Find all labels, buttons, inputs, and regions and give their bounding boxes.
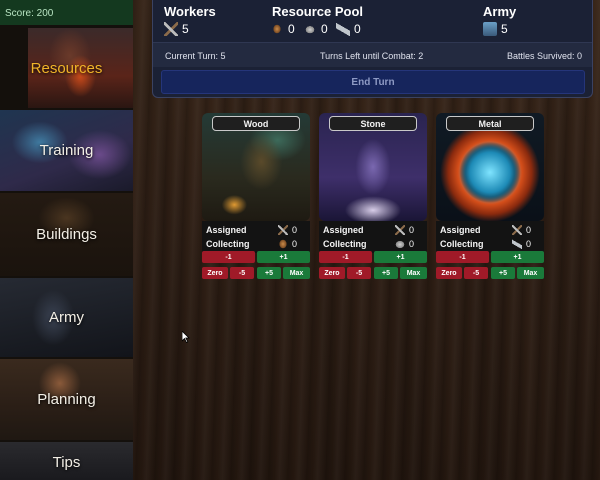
nav-training-label: Training (39, 142, 94, 159)
army-heading: Army (483, 4, 517, 19)
metal-plus-1-button[interactable]: +1 (491, 251, 544, 263)
card-title: Wood (212, 116, 300, 131)
assigned-label: Assigned (440, 225, 481, 235)
nav-resources-label: Resources (30, 59, 103, 77)
collecting-row: Collecting 0 (206, 238, 306, 250)
collecting-row: Collecting 0 (323, 238, 423, 250)
wood-icon (270, 22, 284, 36)
assigned-row: Assigned 0 (323, 224, 423, 236)
pool-stone-count: 0 (321, 22, 328, 36)
wood-minus-5-button[interactable]: -5 (230, 267, 254, 279)
collecting-label: Collecting (440, 239, 484, 249)
metal-max-button[interactable]: Max (517, 267, 544, 279)
stone-minus-5-button[interactable]: -5 (347, 267, 371, 279)
pool-metal-count: 0 (354, 22, 361, 36)
nav-army[interactable]: Army (0, 278, 133, 357)
wood-max-button[interactable]: Max (283, 267, 310, 279)
assigned-row: Assigned 0 (206, 224, 306, 236)
wood-zero-button[interactable]: Zero (202, 267, 228, 279)
collecting-row: Collecting 0 (440, 238, 540, 250)
sidebar: Score: 200 Resources Training Buildings … (0, 0, 133, 480)
nav-planning[interactable]: Planning (0, 359, 133, 440)
pool-wood-count: 0 (288, 22, 295, 36)
end-turn-button[interactable]: End Turn (161, 70, 585, 94)
tools-icon (512, 225, 522, 235)
card-info: Assigned 0 Collecting 0 (436, 221, 544, 253)
metal-icon (512, 239, 522, 249)
nav-tips-label: Tips (52, 454, 81, 471)
resource-card-stone: Stone Assigned 0 Collecting 0 -1 +1 Zero… (319, 113, 427, 281)
stone-icon (395, 239, 405, 249)
stone-icon (303, 22, 317, 36)
workers-count: 5 (182, 22, 189, 36)
collecting-label: Collecting (323, 239, 367, 249)
metal-minus-5-button[interactable]: -5 (464, 267, 488, 279)
collecting-value: 0 (526, 239, 532, 249)
card-title: Stone (329, 116, 417, 131)
metal-zero-button[interactable]: Zero (436, 267, 462, 279)
stone-plus-5-button[interactable]: +5 (374, 267, 398, 279)
assigned-label: Assigned (323, 225, 364, 235)
mouse-cursor-icon (182, 331, 190, 343)
tools-icon (395, 225, 405, 235)
nav-planning-label: Planning (37, 391, 96, 408)
stone-zero-button[interactable]: Zero (319, 267, 345, 279)
assigned-value: 0 (292, 225, 298, 235)
assigned-value: 0 (409, 225, 415, 235)
assigned-row: Assigned 0 (440, 224, 540, 236)
nav-tips[interactable]: Tips (0, 442, 133, 480)
metal-minus-1-button[interactable]: -1 (436, 251, 489, 263)
status-panel: Workers Resource Pool Army 5 0 0 0 5 Cur… (152, 0, 593, 98)
wood-icon (278, 239, 288, 249)
assigned-value: 0 (526, 225, 532, 235)
stone-plus-1-button[interactable]: +1 (374, 251, 427, 263)
metal-card-image: Metal (436, 113, 544, 221)
nav-training[interactable]: Training (0, 110, 133, 191)
workers-stat: 5 (164, 22, 189, 36)
nav-buildings-label: Buildings (36, 226, 97, 243)
metal-plus-5-button[interactable]: +5 (491, 267, 515, 279)
wood-minus-1-button[interactable]: -1 (202, 251, 255, 263)
resource-card-metal: Metal Assigned 0 Collecting 0 -1 +1 Zero… (436, 113, 544, 281)
battles-survived: Battles Survived: 0 (506, 51, 582, 61)
turns-left: Turns Left until Combat: 2 (320, 51, 424, 61)
nav-army-label: Army (49, 309, 84, 326)
metal-icon (336, 22, 350, 36)
workers-heading: Workers (164, 4, 216, 19)
stone-max-button[interactable]: Max (400, 267, 427, 279)
resource-card-wood: Wood Assigned 0 Collecting 0 -1 +1 Zero … (202, 113, 310, 281)
card-title: Metal (446, 116, 534, 131)
army-count: 5 (501, 22, 508, 36)
tools-icon (164, 22, 178, 36)
resource-pool-heading: Resource Pool (272, 4, 364, 19)
pool-stone-stat: 0 (303, 22, 328, 36)
card-info: Assigned 0 Collecting 0 (319, 221, 427, 253)
army-icon (483, 22, 497, 36)
score-display: Score: 200 (0, 0, 133, 25)
wood-plus-5-button[interactable]: +5 (257, 267, 281, 279)
army-stat: 5 (483, 22, 508, 36)
tools-icon (278, 225, 288, 235)
collecting-value: 0 (292, 239, 298, 249)
pool-metal-stat: 0 (336, 22, 361, 36)
nav-buildings[interactable]: Buildings (0, 193, 133, 276)
wood-plus-1-button[interactable]: +1 (257, 251, 310, 263)
card-info: Assigned 0 Collecting 0 (202, 221, 310, 253)
stone-minus-1-button[interactable]: -1 (319, 251, 372, 263)
turn-info-row: Current Turn: 5 Turns Left until Combat:… (153, 43, 592, 67)
wood-card-image: Wood (202, 113, 310, 221)
collecting-label: Collecting (206, 239, 250, 249)
pool-wood-stat: 0 (270, 22, 295, 36)
stone-card-image: Stone (319, 113, 427, 221)
collecting-value: 0 (409, 239, 415, 249)
nav-resources[interactable]: Resources (0, 28, 133, 108)
current-turn: Current Turn: 5 (165, 51, 226, 61)
assigned-label: Assigned (206, 225, 247, 235)
